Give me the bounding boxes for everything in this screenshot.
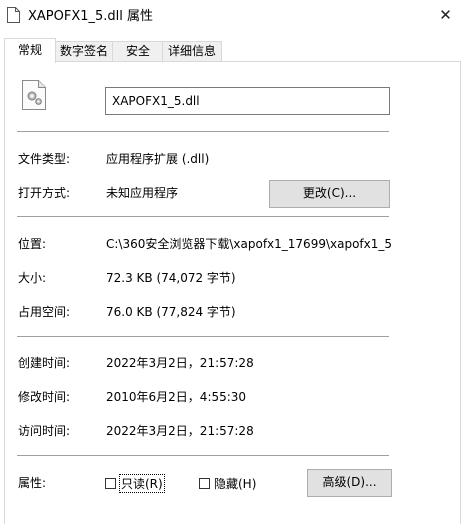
change-button[interactable]: 更改(C)... bbox=[269, 180, 390, 208]
accessed-label: 访问时间: bbox=[18, 424, 71, 438]
tab-digital-signatures[interactable]: 数字签名 bbox=[54, 41, 114, 62]
document-icon bbox=[7, 7, 20, 23]
modified-label: 修改时间: bbox=[18, 390, 71, 404]
tab-details[interactable]: 详细信息 bbox=[162, 41, 222, 62]
readonly-checkbox[interactable] bbox=[105, 478, 116, 489]
size-on-disk-value: 76.0 KB (77,824 字节) bbox=[106, 305, 236, 319]
tab-security[interactable]: 安全 bbox=[112, 41, 164, 62]
window-title: XAPOFX1_5.dll 属性 bbox=[28, 9, 154, 24]
file-type-value: 应用程序扩展 (.dll) bbox=[106, 152, 210, 166]
location-label: 位置: bbox=[18, 237, 47, 251]
hidden-checkbox-label[interactable]: 隐藏(H) bbox=[214, 475, 256, 492]
accessed-value: 2022年3月2日，21:57:28 bbox=[106, 424, 254, 438]
file-type-label: 文件类型: bbox=[18, 152, 71, 166]
opens-with-value: 未知应用程序 bbox=[106, 186, 179, 200]
attributes-label: 属性: bbox=[18, 476, 47, 490]
size-on-disk-label: 占用空间: bbox=[18, 305, 71, 319]
separator bbox=[17, 455, 389, 456]
file-name-input[interactable]: XAPOFX1_5.dll bbox=[105, 87, 390, 115]
readonly-checkbox-label[interactable]: 只读(R) bbox=[119, 474, 165, 493]
hidden-checkbox[interactable] bbox=[199, 478, 210, 489]
separator bbox=[17, 216, 389, 217]
close-icon[interactable]: ✕ bbox=[439, 6, 452, 24]
close-button[interactable]: ✕ bbox=[428, 0, 463, 30]
separator bbox=[17, 336, 389, 337]
size-label: 大小: bbox=[18, 271, 47, 285]
size-value: 72.3 KB (74,072 字节) bbox=[106, 271, 236, 285]
created-label: 创建时间: bbox=[18, 356, 71, 370]
opens-with-label: 打开方式: bbox=[18, 186, 71, 200]
created-value: 2022年3月2日，21:57:28 bbox=[106, 356, 254, 370]
dll-file-icon bbox=[22, 80, 46, 110]
separator bbox=[17, 131, 389, 132]
modified-value: 2010年6月2日，4:55:30 bbox=[106, 390, 247, 404]
advanced-button[interactable]: 高级(D)... bbox=[307, 469, 392, 497]
tab-general[interactable]: 常规 bbox=[4, 38, 56, 63]
location-value: C:\360安全浏览器下载\xapofx1_17699\xapofx1_5.d bbox=[106, 237, 391, 251]
